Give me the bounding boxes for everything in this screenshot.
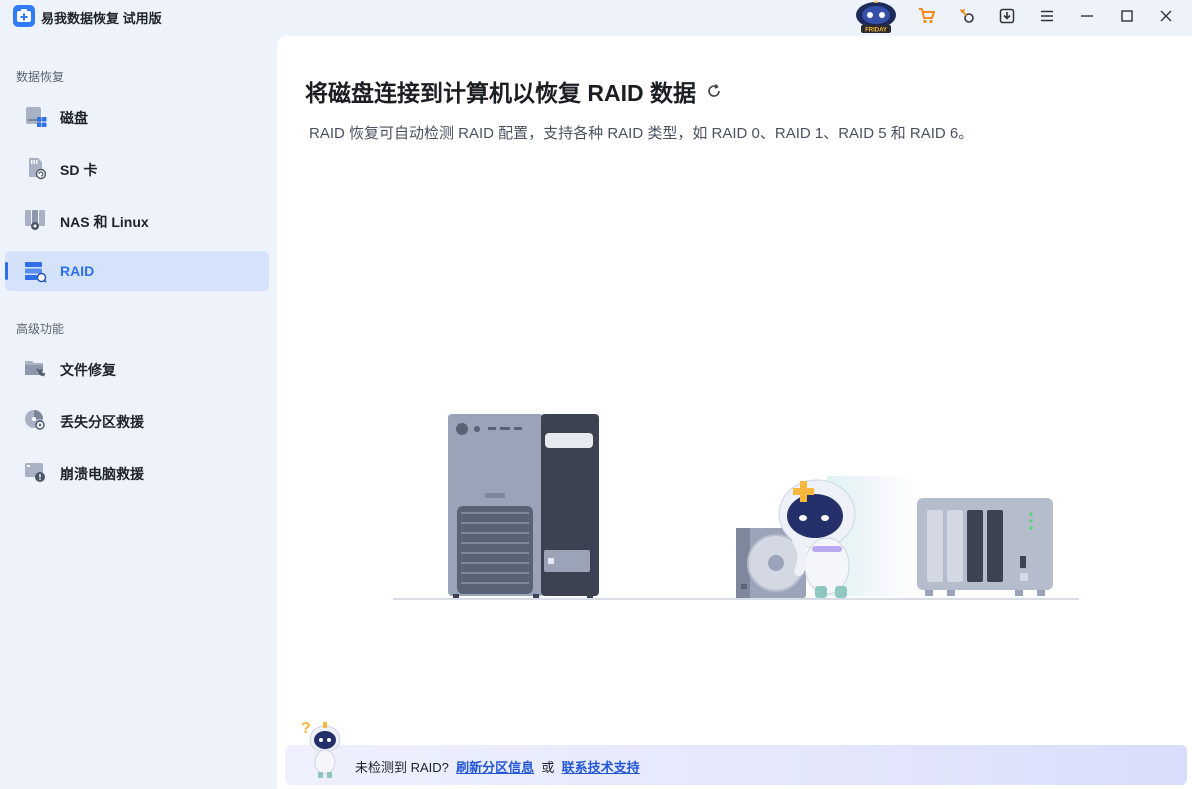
active-indicator (5, 262, 8, 280)
maximize-button[interactable] (1114, 4, 1140, 28)
title-bar: 易我数据恢复 试用版 FRIDAY (0, 0, 1192, 36)
nas-icon (25, 210, 45, 230)
page-title: 将磁盘连接到计算机以恢复 RAID 数据 (305, 74, 724, 108)
sidebar-item-label: 丢失分区救援 (60, 414, 144, 430)
refresh-icon[interactable] (704, 81, 724, 101)
banner-prefix: 未检测到 RAID? (355, 760, 449, 775)
raid-illustration (393, 414, 1079, 600)
sidebar-item-label: 磁盘 (60, 110, 88, 126)
sidebar-item-sd-card[interactable]: SD 卡 (5, 148, 269, 188)
file-repair-icon (25, 361, 46, 377)
refresh-partition-link[interactable]: 刷新分区信息 (456, 760, 534, 775)
sidebar-item-label: RAID (60, 263, 95, 279)
svg-text:?: ? (301, 720, 311, 737)
app-logo-icon (17, 9, 31, 22)
section-label-advanced: 高级功能 (16, 322, 65, 336)
minimize-icon (1081, 15, 1093, 17)
sidebar: 数据恢复 磁盘 SD 卡 NAS 和 Linux RAID 高级功能 文件修复 … (0, 36, 277, 789)
section-label-recovery: 数据恢复 (16, 70, 65, 84)
app-title: 易我数据恢复 试用版 (41, 11, 162, 26)
friday-mascot-badge[interactable]: FRIDAY (852, 0, 900, 34)
menu-icon (1041, 10, 1053, 22)
sidebar-item-label: SD 卡 (60, 162, 98, 178)
page-title-text: 将磁盘连接到计算机以恢复 RAID 数据 (305, 80, 696, 106)
page-description: RAID 恢复可自动检测 RAID 配置，支持各种 RAID 类型，如 RAID… (309, 125, 974, 142)
license-key-button[interactable] (954, 4, 980, 28)
close-button[interactable] (1153, 4, 1179, 28)
nas-device (917, 498, 1053, 596)
minimize-button[interactable] (1074, 4, 1100, 28)
sidebar-item-raid[interactable]: RAID (5, 251, 269, 291)
sidebar-item-crash-pc-rescue[interactable]: 崩溃电脑救援 (5, 452, 269, 492)
mascot-badge-text: FRIDAY (865, 28, 887, 34)
crash-pc-rescue-icon (25, 463, 45, 482)
cart-icon (919, 8, 935, 24)
key-icon (960, 9, 974, 23)
app-logo (13, 5, 35, 27)
raid-not-detected-banner: ? 未检测到 RAID? 刷新分区信息 或 联系技术支持 (285, 720, 1187, 785)
download-button[interactable] (994, 4, 1020, 28)
sidebar-item-file-repair[interactable]: 文件修复 (5, 348, 269, 388)
disk-icon (26, 107, 47, 127)
maximize-icon (1121, 10, 1133, 22)
sidebar-item-partition-rescue[interactable]: 丢失分区救援 (5, 400, 269, 440)
sidebar-item-nas-linux[interactable]: NAS 和 Linux (5, 200, 269, 240)
sidebar-item-disk[interactable]: 磁盘 (5, 96, 269, 136)
sidebar-item-label: NAS 和 Linux (60, 214, 149, 230)
close-icon (1160, 10, 1172, 22)
partition-rescue-icon (25, 410, 45, 430)
banner-or: 或 (541, 760, 555, 775)
main-panel: 将磁盘连接到计算机以恢复 RAID 数据 RAID 恢复可自动检测 RAID 配… (277, 36, 1192, 789)
sidebar-item-label: 崩溃电脑救援 (60, 466, 144, 482)
raid-icon (25, 262, 47, 283)
menu-button[interactable] (1034, 4, 1060, 28)
pc-tower (448, 414, 599, 598)
contact-support-link[interactable]: 联系技术支持 (562, 760, 640, 775)
sidebar-item-label: 文件修复 (60, 362, 116, 378)
download-icon (999, 8, 1015, 24)
cart-button[interactable] (914, 4, 940, 28)
banner-text: 未检测到 RAID? 刷新分区信息 或 联系技术支持 (355, 757, 640, 776)
ground-line (393, 598, 1079, 600)
sd-card-icon (29, 158, 47, 180)
mascot-question-icon: ? (301, 720, 341, 778)
